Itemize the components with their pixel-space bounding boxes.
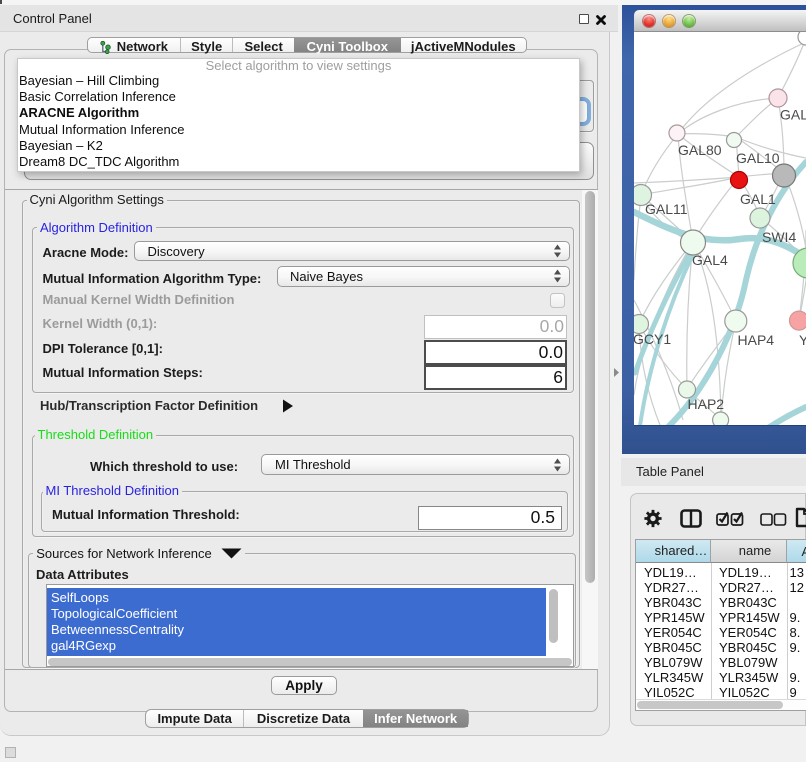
svg-text:HAP2: HAP2 bbox=[688, 396, 725, 412]
svg-text:Y: Y bbox=[799, 332, 806, 348]
svg-text:GCY1: GCY1 bbox=[634, 331, 671, 347]
svg-text:GAL10: GAL10 bbox=[736, 150, 780, 166]
svg-text:SWI4: SWI4 bbox=[762, 229, 796, 245]
svg-text:GAL1: GAL1 bbox=[740, 191, 776, 207]
svg-text:GAL: GAL bbox=[780, 107, 806, 123]
svg-text:HAP4: HAP4 bbox=[738, 332, 775, 348]
svg-text:GAL80: GAL80 bbox=[678, 142, 722, 158]
svg-text:GAL11: GAL11 bbox=[645, 201, 688, 217]
svg-text:GAL4: GAL4 bbox=[692, 252, 728, 268]
